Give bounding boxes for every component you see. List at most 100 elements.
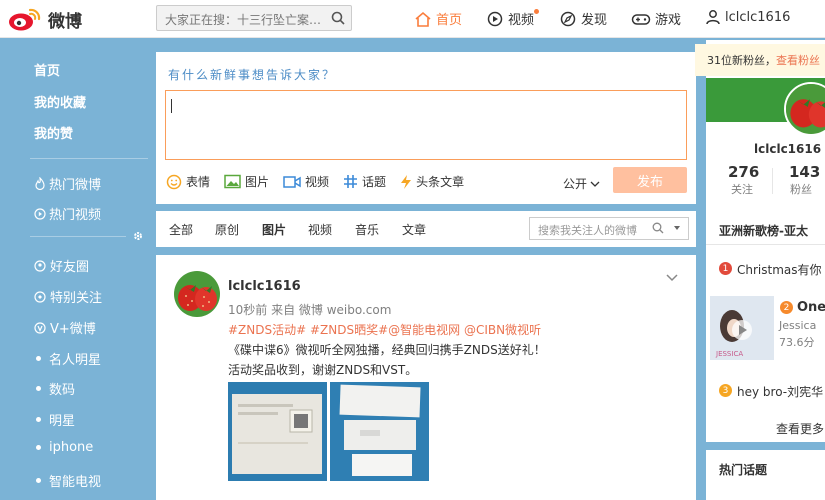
- bullet-icon: [36, 445, 41, 450]
- sidebar-item-category[interactable]: 明星: [34, 410, 75, 429]
- strawberry-avatar-icon: [174, 271, 220, 317]
- composer-textarea[interactable]: [165, 90, 687, 160]
- post-composer: 有什么新鲜事想告诉大家？ 表情 图片 视频 话题 头条文章 公开 发布: [156, 52, 696, 204]
- new-fans-text: 31位新粉丝，查看粉丝: [707, 52, 820, 68]
- weibo-logo-icon: [9, 8, 41, 31]
- music-chart-panel: 亚洲新歌榜-亚太 1 Christmas有你 JESSICA 2 One Jes…: [706, 212, 825, 442]
- settings-icon[interactable]: [132, 230, 144, 242]
- chevron-down-icon[interactable]: [666, 271, 678, 285]
- publish-button[interactable]: 发布: [613, 167, 687, 193]
- sidebar-item-favorites[interactable]: 我的收藏: [34, 92, 86, 111]
- score: 73.6分: [779, 336, 815, 349]
- tab-video[interactable]: 视频: [308, 221, 332, 238]
- post-image[interactable]: [330, 382, 429, 481]
- compass-icon: [559, 11, 577, 27]
- video-button[interactable]: 视频: [283, 173, 329, 190]
- follow-count[interactable]: 276: [728, 163, 759, 181]
- hot-topics-panel: 热门话题: [706, 450, 825, 500]
- nav-video[interactable]: 视频: [486, 9, 539, 28]
- post-tags[interactable]: #ZNDS活动# #ZNDS晒奖#@智能电视网 @CIBN微视听: [228, 321, 541, 338]
- post-text-line: 《碟中谍6》微视听全网独播，经典回归携手ZNDS送好礼！: [228, 343, 546, 357]
- feed-post: lclclc1616 10秒前 来自 微博 weibo.com #ZNDS活动#…: [156, 255, 696, 500]
- new-badge: [534, 9, 539, 14]
- composer-toolbar: 表情 图片 视频 话题 头条文章: [166, 173, 478, 190]
- view-more-link[interactable]: 查看更多: [776, 420, 824, 437]
- composer-prompt: 有什么新鲜事想告诉大家？: [168, 68, 337, 82]
- post-username[interactable]: lclclc1616: [228, 279, 301, 294]
- sidebar-item-special-follow[interactable]: 特别关注: [34, 287, 102, 306]
- tab-original[interactable]: 原创: [215, 221, 239, 238]
- sidebar-item-category[interactable]: 数码: [34, 379, 75, 398]
- text-caret: [171, 99, 172, 113]
- sidebar-item-category[interactable]: 名人明星: [34, 349, 101, 368]
- panel-title: 热门话题: [719, 463, 768, 477]
- album-thumbnail[interactable]: JESSICA: [710, 296, 774, 360]
- tab-all[interactable]: 全部: [169, 221, 193, 238]
- visibility-select[interactable]: 公开: [563, 175, 600, 192]
- rank-badge: 3: [719, 384, 732, 397]
- box-photo-image: [228, 382, 327, 481]
- tab-music[interactable]: 音乐: [355, 221, 379, 238]
- avatar[interactable]: [174, 271, 220, 317]
- view-fans-link[interactable]: 查看粉丝: [776, 54, 820, 67]
- sidebar-item-category[interactable]: 智能电视: [34, 471, 101, 490]
- hashtag-icon: [343, 174, 358, 189]
- article-label: 头条文章: [416, 175, 465, 189]
- sidebar-item-home[interactable]: 首页: [34, 60, 60, 79]
- image-button[interactable]: 图片: [224, 173, 269, 190]
- fans-count[interactable]: 143: [789, 163, 820, 181]
- notice-text: 31位新粉丝，: [707, 54, 776, 67]
- bullet-icon: [36, 356, 41, 361]
- post-image[interactable]: [228, 382, 327, 481]
- tab-articles[interactable]: 文章: [402, 221, 426, 238]
- sidebar-item-likes[interactable]: 我的赞: [34, 123, 73, 142]
- sidebar-item-friends[interactable]: 好友圈: [34, 256, 89, 275]
- search-input[interactable]: 大家正在搜：十三行坠亡案…: [165, 11, 323, 28]
- search-icon[interactable]: [652, 222, 664, 237]
- weibo-logo[interactable]: 微博: [8, 6, 82, 32]
- sidebar-item-hot-weibo[interactable]: 热门微博: [34, 174, 101, 193]
- smiley-icon: [166, 174, 182, 190]
- video-camera-icon: [283, 175, 301, 189]
- sidebar-category-label: 数码: [49, 383, 76, 398]
- chart-item[interactable]: One: [797, 300, 825, 315]
- topic-button[interactable]: 话题: [343, 173, 386, 190]
- sidebar-item-vplus[interactable]: V+微博: [34, 318, 96, 337]
- profile-avatar[interactable]: [784, 82, 825, 136]
- search-icon[interactable]: [331, 11, 345, 28]
- article-button[interactable]: 头条文章: [400, 173, 464, 190]
- panel-title: 亚洲新歌榜-亚太: [719, 224, 808, 238]
- top-bar: 微博 大家正在搜：十三行坠亡案… 首页 视频 发现 游戏 lclclc1616: [0, 0, 825, 38]
- post-meta: 10秒前 来自 微博 weibo.com: [228, 303, 392, 317]
- search-box[interactable]: 大家正在搜：十三行坠亡案…: [156, 5, 352, 31]
- sidebar-category-label: iphone: [49, 440, 94, 455]
- chart-item[interactable]: Christmas有你: [737, 261, 822, 278]
- nav-user[interactable]: lclclc1616: [705, 9, 790, 25]
- sidebar-item-hot-video[interactable]: 热门视频: [34, 204, 101, 223]
- nav-game[interactable]: 游戏: [631, 9, 681, 28]
- caret-down-icon[interactable]: [673, 222, 681, 237]
- sidebar-category-label: 智能电视: [49, 475, 102, 490]
- nav-home[interactable]: 首页: [414, 9, 462, 28]
- sidebar-item-category[interactable]: iphone: [34, 440, 93, 455]
- sidebar-label-vplus: V+微博: [50, 322, 96, 337]
- bullet-icon: [36, 478, 41, 483]
- tab-images[interactable]: 图片: [262, 221, 286, 238]
- video-label: 视频: [305, 175, 330, 189]
- feed-search-box[interactable]: 搜索我关注人的微博: [529, 217, 689, 240]
- nav-discover[interactable]: 发现: [559, 9, 607, 28]
- nav-discover-label: 发现: [581, 13, 608, 28]
- new-fans-notice[interactable]: 31位新粉丝，查看粉丝: [695, 44, 825, 76]
- nav-game-label: 游戏: [655, 13, 682, 28]
- feed-search-input[interactable]: 搜索我关注人的微博: [538, 222, 637, 238]
- sidebar-label-friends: 好友圈: [50, 260, 90, 275]
- emoji-button[interactable]: 表情: [166, 173, 210, 190]
- artist-name[interactable]: Jessica: [779, 319, 816, 332]
- chart-item[interactable]: hey bro-刘宪华: [737, 383, 823, 400]
- image-label: 图片: [245, 175, 270, 189]
- gamepad-icon: [631, 11, 651, 27]
- home-icon: [414, 11, 432, 27]
- nav-home-label: 首页: [436, 13, 463, 28]
- profile-name[interactable]: lclclc1616: [754, 142, 821, 156]
- friends-icon: [34, 259, 46, 272]
